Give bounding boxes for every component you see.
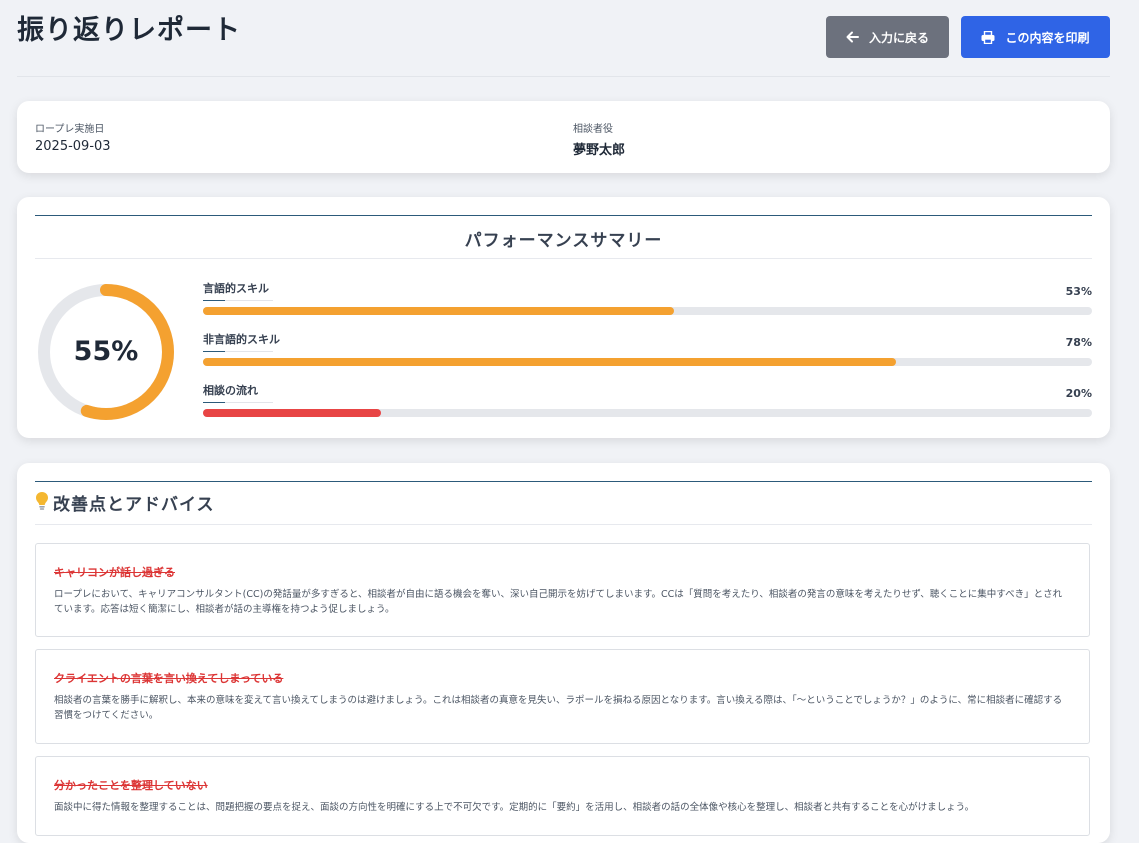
advice-item-body: 面談中に得た情報を整理することは、問題把握の要点を捉え、面談の方向性を明確にする… xyxy=(54,802,975,813)
print-button[interactable]: この内容を印刷 xyxy=(961,16,1110,58)
skill-progress-fill xyxy=(203,358,897,366)
overall-score: 55% xyxy=(73,335,139,367)
advice-item: クライエントの言葉を言い換えてしまっている 相談者の言葉を勝手に解釈し、本来の意… xyxy=(35,649,1090,744)
skill-underline xyxy=(203,402,273,403)
arrow-left-icon xyxy=(846,31,859,43)
advice-item-body: 相談者の言葉を勝手に解釈し、本来の意味を変えて言い換えてしまうのは避けましょう。… xyxy=(54,695,1063,721)
skill-label: 言語的スキル xyxy=(203,282,269,295)
back-button-label: 入力に戻る xyxy=(868,30,929,45)
advice-heading: 改善点とアドバイス xyxy=(35,490,215,515)
printer-icon xyxy=(981,30,995,44)
skill-progress-track xyxy=(203,358,1092,366)
skill-percent: 20% xyxy=(1065,387,1092,400)
summary-title: パフォーマンスサマリー xyxy=(464,231,663,251)
skill-verbal: 言語的スキル 53% xyxy=(203,280,1092,320)
advice-card: 改善点とアドバイス キャリコンが話し過ぎる ロープレにおいて、キャリアコンサルタ… xyxy=(17,463,1110,843)
skill-progress-fill xyxy=(203,409,381,417)
skill-label: 相談の流れ xyxy=(203,384,258,397)
section-divider xyxy=(35,524,1092,525)
skill-flow: 相談の流れ 20% xyxy=(203,382,1092,422)
advice-item-body: ロープレにおいて、キャリアコンサルタント(CC)の発話量が多すぎると、相談者が自… xyxy=(54,589,1063,615)
skill-underline xyxy=(203,351,273,352)
skill-progress-track xyxy=(203,409,1092,417)
advice-title: 改善点とアドバイス xyxy=(53,495,215,515)
page-header: 振り返りレポート 入力に戻る この内容を印刷 xyxy=(17,0,1110,77)
session-date-value: 2025-09-03 xyxy=(35,139,111,154)
counselee-role: 相談者役 夢野太郎 xyxy=(573,120,625,158)
session-date-label: ロープレ実施日 xyxy=(35,124,105,135)
back-to-input-button[interactable]: 入力に戻る xyxy=(826,16,949,58)
advice-item-title: キャリコンが話し過ぎる xyxy=(54,566,175,579)
skill-nonverbal: 非言語的スキル 78% xyxy=(203,331,1092,371)
skill-percent: 78% xyxy=(1065,336,1092,349)
skill-progress-fill xyxy=(203,307,675,315)
session-date: ロープレ実施日 2025-09-03 xyxy=(35,120,111,154)
advice-item-title: 分かったことを整理していない xyxy=(54,779,208,792)
advice-item: キャリコンが話し過ぎる ロープレにおいて、キャリアコンサルタント(CC)の発話量… xyxy=(35,543,1090,637)
section-rule xyxy=(35,481,1092,482)
counselee-role-value: 夢野太郎 xyxy=(573,143,626,158)
skill-underline xyxy=(203,300,273,301)
skill-percent: 53% xyxy=(1065,285,1092,298)
session-info-card: ロープレ実施日 2025-09-03 相談者役 夢野太郎 xyxy=(17,101,1110,173)
section-rule xyxy=(35,215,1092,216)
advice-item-title: クライエントの言葉を言い換えてしまっている xyxy=(54,672,284,685)
skill-progress-track xyxy=(203,307,1092,315)
page-title: 振り返りレポート xyxy=(17,15,241,46)
print-button-label: この内容を印刷 xyxy=(1005,30,1090,45)
advice-item: 分かったことを整理していない 面談中に得た情報を整理することは、問題把握の要点を… xyxy=(35,756,1090,836)
section-divider xyxy=(35,258,1092,259)
skill-label: 非言語的スキル xyxy=(203,333,280,346)
counselee-role-label: 相談者役 xyxy=(573,124,613,135)
lightbulb-icon xyxy=(35,491,49,515)
performance-summary-card: パフォーマンスサマリー 55% 言語的スキル 53% 非言語的スキル 78% 相… xyxy=(17,197,1110,438)
